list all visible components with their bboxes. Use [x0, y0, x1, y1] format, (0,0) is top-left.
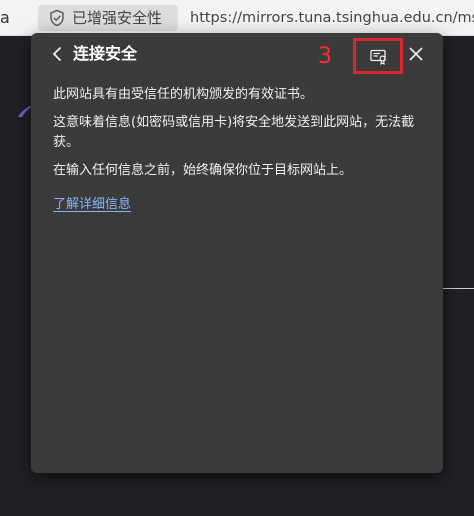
- security-label: 已增强安全性: [72, 9, 163, 27]
- close-button[interactable]: [405, 43, 427, 65]
- annotation-number: 3: [318, 44, 332, 69]
- panel-title: 连接安全: [73, 44, 138, 63]
- secure-transfer-text: 这意味着信息(如密码或信用卡)将安全地发送到此网站，无法截获。: [53, 115, 415, 150]
- certificate-icon: [370, 49, 386, 65]
- address-bar-url[interactable]: https://mirrors.tuna.tsinghua.edu.cn/msy…: [190, 6, 474, 30]
- connection-security-panel: 连接安全 3 此网站具有由受信任的机构颁发的有效证书。 这意味着信息(如密码或信…: [31, 33, 443, 473]
- panel-body: 此网站具有由受信任的机构颁发的有效证书。 这意味着信息(如密码或信用卡)将安全地…: [53, 85, 425, 215]
- close-icon: [409, 47, 423, 61]
- page-divider-line: [443, 288, 474, 289]
- verify-site-text: 在输入任何信息之前，始终确保你位于目标网站上。: [53, 163, 353, 178]
- browser-toolbar: a 已增强安全性 https://mirrors.tuna.tsinghua.e…: [0, 0, 474, 36]
- site-security-button[interactable]: 已增强安全性: [38, 5, 178, 31]
- left-cut-glyph: a: [0, 8, 10, 27]
- back-button[interactable]: [47, 43, 69, 65]
- chevron-left-icon: [52, 46, 62, 62]
- certificate-button[interactable]: [353, 38, 403, 74]
- shield-icon: [50, 9, 64, 27]
- certificate-valid-text: 此网站具有由受信任的机构颁发的有效证书。: [53, 87, 314, 102]
- learn-more-link[interactable]: 了解详细信息: [53, 195, 131, 215]
